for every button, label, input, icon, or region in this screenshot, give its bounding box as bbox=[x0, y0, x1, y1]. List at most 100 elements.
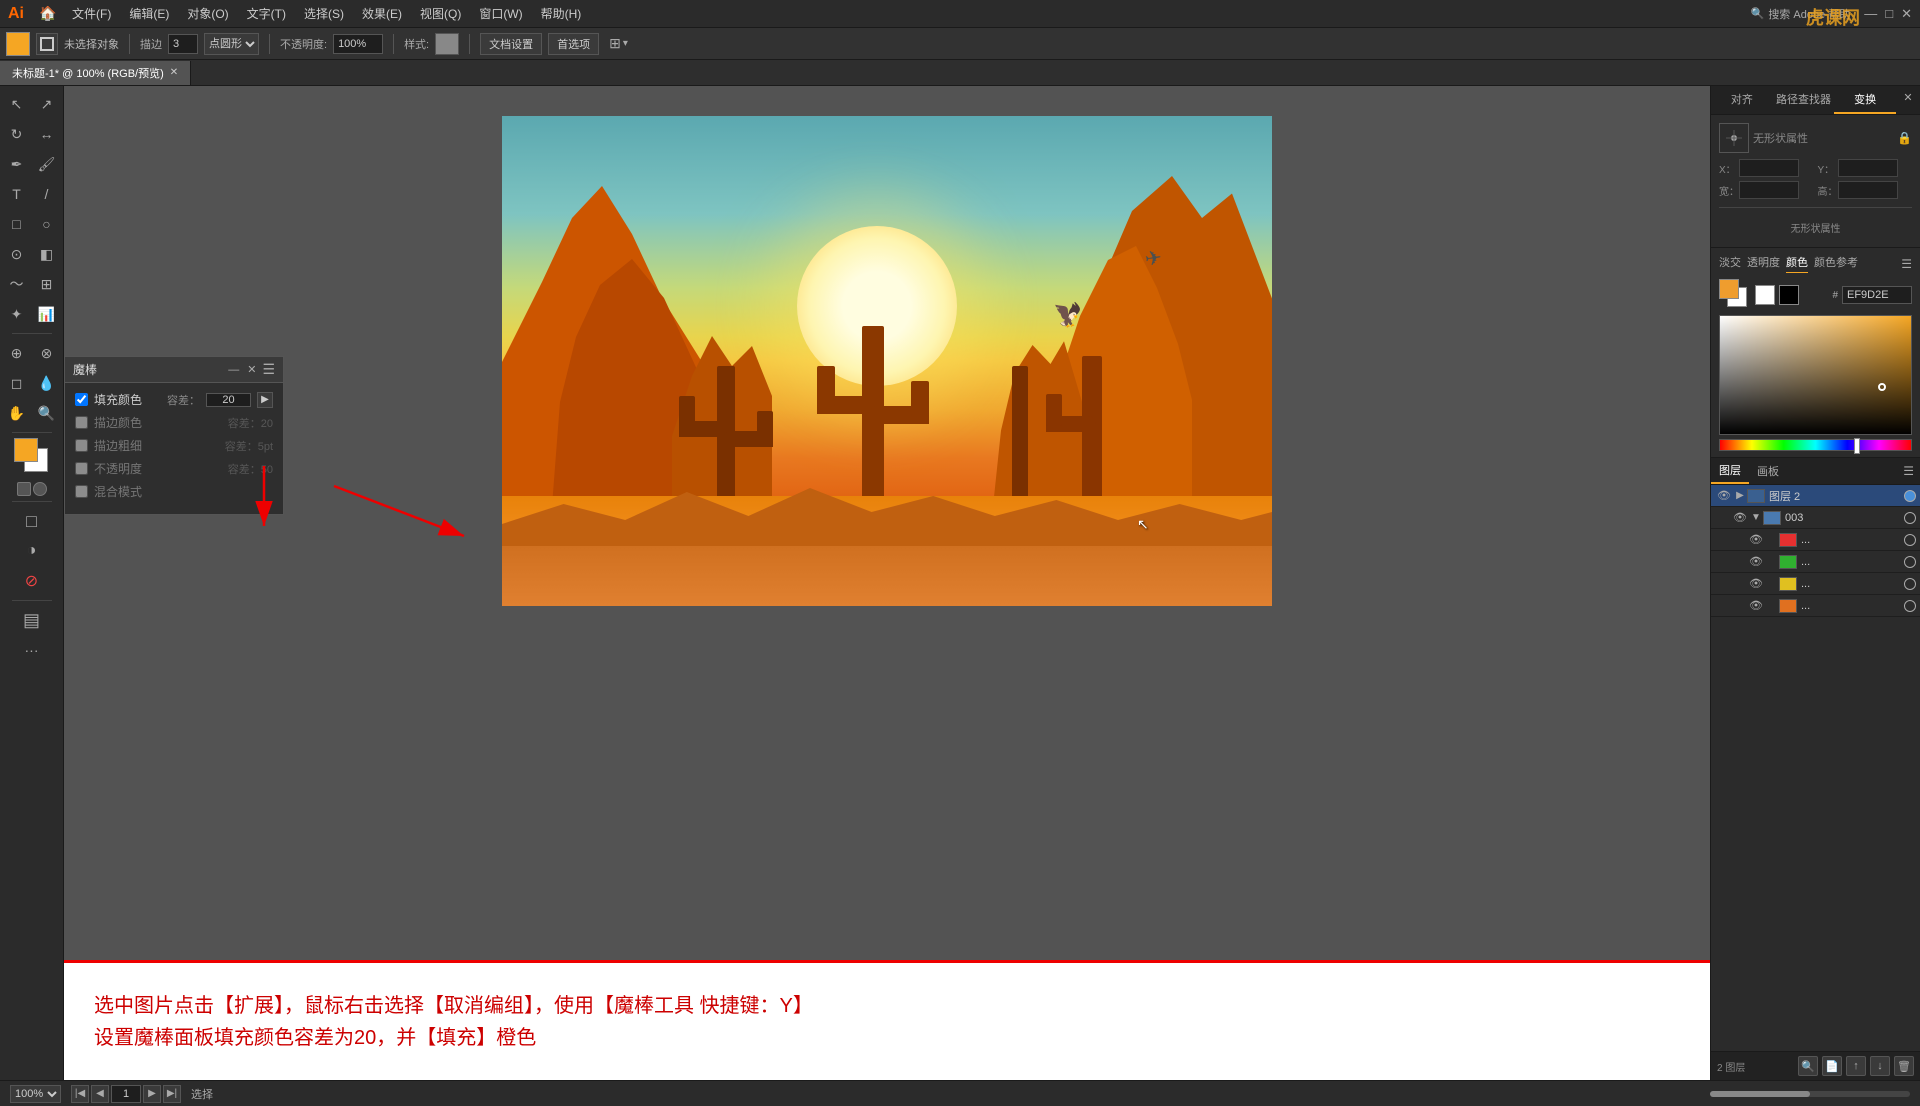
more-tools[interactable]: ··· bbox=[18, 636, 46, 664]
layers-find-button[interactable]: 🔍 bbox=[1798, 1056, 1818, 1076]
fill-tolerance-increase[interactable]: ▶ bbox=[257, 392, 273, 408]
layer-dot-green[interactable] bbox=[1904, 556, 1916, 568]
stroke-value-input[interactable] bbox=[168, 34, 198, 54]
foreground-color-swatch[interactable] bbox=[14, 438, 38, 462]
rotate-tool[interactable]: ↻ bbox=[3, 120, 31, 148]
last-page-button[interactable]: ▶| bbox=[163, 1085, 181, 1103]
layers-move-up-button[interactable]: ↑ bbox=[1846, 1056, 1866, 1076]
blend-mode-checkbox[interactable] bbox=[75, 485, 88, 498]
layer-vis-003[interactable]: 👁 bbox=[1731, 511, 1749, 524]
stroke-shape-select[interactable]: 点圆形 bbox=[204, 33, 259, 55]
color-panel-menu[interactable]: ☰ bbox=[1901, 257, 1912, 271]
menu-window[interactable]: 窗口(W) bbox=[471, 3, 530, 24]
free-transform-tool[interactable]: ⊞ bbox=[33, 270, 61, 298]
line-tool[interactable]: / bbox=[33, 180, 61, 208]
layer-vis-green[interactable]: 👁 bbox=[1747, 555, 1765, 568]
zoom-select[interactable]: 100% bbox=[10, 1085, 61, 1103]
home-icon[interactable]: 🏠 bbox=[34, 0, 62, 28]
tab-transform[interactable]: 变换 bbox=[1834, 86, 1896, 114]
reflect-tool[interactable]: ↔ bbox=[33, 120, 61, 148]
layer-dot-layer2[interactable] bbox=[1904, 490, 1916, 502]
opacity-input[interactable] bbox=[333, 34, 383, 54]
x-input[interactable] bbox=[1739, 159, 1799, 177]
prev-page-button[interactable]: ◀ bbox=[91, 1085, 109, 1103]
swap-colors-icon[interactable] bbox=[33, 482, 47, 496]
layer-dot-yellow[interactable] bbox=[1904, 578, 1916, 590]
menu-view[interactable]: 视图(Q) bbox=[412, 3, 469, 24]
eyedropper-tool[interactable]: 💧 bbox=[33, 369, 61, 397]
minimize-icon[interactable]: — bbox=[1864, 6, 1877, 21]
eraser-tool[interactable]: ◻ bbox=[3, 369, 31, 397]
style-swatch[interactable] bbox=[435, 33, 459, 55]
document-tab[interactable]: 未标题-1* @ 100% (RGB/预览) ✕ bbox=[0, 61, 191, 85]
layer-row-green[interactable]: 👁 ... bbox=[1711, 551, 1920, 573]
stroke-color-checkbox[interactable] bbox=[75, 416, 88, 429]
brush-tool[interactable]: 🖌 bbox=[33, 150, 61, 178]
layer-expand-layer2[interactable]: ▶ bbox=[1733, 490, 1747, 501]
menu-edit[interactable]: 编辑(E) bbox=[121, 3, 177, 24]
hand-tool[interactable]: ✋ bbox=[3, 399, 31, 427]
color-tab-hue[interactable]: 淡交 bbox=[1719, 254, 1741, 273]
transform-lock-icon[interactable]: 🔒 bbox=[1897, 131, 1912, 145]
color-tab-reference[interactable]: 颜色参考 bbox=[1814, 254, 1858, 273]
h-input[interactable] bbox=[1838, 181, 1898, 199]
w-input[interactable] bbox=[1739, 181, 1799, 199]
menu-select[interactable]: 选择(S) bbox=[296, 3, 352, 24]
layer-expand-003[interactable]: ▼ bbox=[1749, 512, 1763, 523]
layer-dot-orange[interactable] bbox=[1904, 600, 1916, 612]
layer-vis-yellow[interactable]: 👁 bbox=[1747, 577, 1765, 590]
layer-vis-orange[interactable]: 👁 bbox=[1747, 599, 1765, 612]
opacity-checkbox[interactable] bbox=[75, 462, 88, 475]
maximize-icon[interactable]: □ bbox=[1885, 6, 1893, 21]
fill-tolerance-input[interactable] bbox=[206, 393, 251, 407]
layer-dot-red[interactable] bbox=[1904, 534, 1916, 546]
type-tool[interactable]: T bbox=[3, 180, 31, 208]
shape-builder-tool[interactable]: ⊗ bbox=[33, 339, 61, 367]
layer-row-layer2[interactable]: 👁 ▶ 图层 2 bbox=[1711, 485, 1920, 507]
panel-menu-button[interactable]: ☰ bbox=[262, 361, 275, 378]
layer-vis-layer2[interactable]: 👁 bbox=[1715, 489, 1733, 502]
layer-row-orange[interactable]: 👁 ... bbox=[1711, 595, 1920, 617]
menu-text[interactable]: 文字(T) bbox=[239, 3, 294, 24]
close-icon[interactable]: ✕ bbox=[1901, 6, 1912, 22]
fill-color-checkbox[interactable] bbox=[75, 393, 88, 406]
select-tool[interactable]: ↖ bbox=[3, 90, 31, 118]
pen-tool[interactable]: ✒ bbox=[3, 150, 31, 178]
bar-graph-tool[interactable]: 📊 bbox=[33, 300, 61, 328]
gradient-fill-icon[interactable]: ◑ bbox=[18, 537, 46, 565]
first-page-button[interactable]: |◀ bbox=[71, 1085, 89, 1103]
preferences-button[interactable]: 首选项 bbox=[548, 33, 599, 55]
color-gradient-picker[interactable] bbox=[1719, 315, 1912, 435]
scroll-bar[interactable] bbox=[1710, 1091, 1910, 1097]
arrange-icon[interactable]: ⊞ bbox=[609, 35, 621, 52]
layer-row-003[interactable]: 👁 ▼ 003 bbox=[1711, 507, 1920, 529]
hex-input[interactable] bbox=[1842, 286, 1912, 304]
doc-settings-button[interactable]: 文档设置 bbox=[480, 33, 542, 55]
hue-slider[interactable] bbox=[1719, 439, 1912, 451]
fill-none-icon[interactable]: □ bbox=[18, 507, 46, 535]
stroke-width-checkbox[interactable] bbox=[75, 439, 88, 452]
white-chip[interactable] bbox=[1755, 285, 1775, 305]
next-page-button[interactable]: ▶ bbox=[143, 1085, 161, 1103]
panel-collapse-button[interactable]: — bbox=[226, 361, 241, 378]
layer-row-red[interactable]: 👁 ... bbox=[1711, 529, 1920, 551]
layers-new-layer-button[interactable]: 📄 bbox=[1822, 1056, 1842, 1076]
warp-tool[interactable]: 〜 bbox=[3, 270, 31, 298]
artwork[interactable]: 🦅 ✈ ↖ bbox=[502, 116, 1272, 606]
y-input[interactable] bbox=[1838, 159, 1898, 177]
color-tab-color[interactable]: 颜色 bbox=[1786, 254, 1808, 273]
artboard-tab[interactable]: 画板 bbox=[1749, 459, 1787, 483]
black-chip[interactable] bbox=[1779, 285, 1799, 305]
paintbucket-tool[interactable]: ⊙ bbox=[3, 240, 31, 268]
layers-move-down-button[interactable]: ↓ bbox=[1870, 1056, 1890, 1076]
foreground-color-chip[interactable] bbox=[1719, 279, 1739, 299]
zoom-control[interactable]: 100% bbox=[10, 1085, 61, 1103]
rect-tool[interactable]: □ bbox=[3, 210, 31, 238]
artboard-tool[interactable]: ▤ bbox=[18, 606, 46, 634]
mesh-tool[interactable]: ⊕ bbox=[3, 339, 31, 367]
layer-vis-red[interactable]: 👁 bbox=[1747, 533, 1765, 546]
stroke-icon[interactable] bbox=[36, 33, 58, 55]
ellipse-tool[interactable]: ○ bbox=[33, 210, 61, 238]
current-page-input[interactable] bbox=[111, 1085, 141, 1103]
menu-help[interactable]: 帮助(H) bbox=[533, 3, 590, 24]
